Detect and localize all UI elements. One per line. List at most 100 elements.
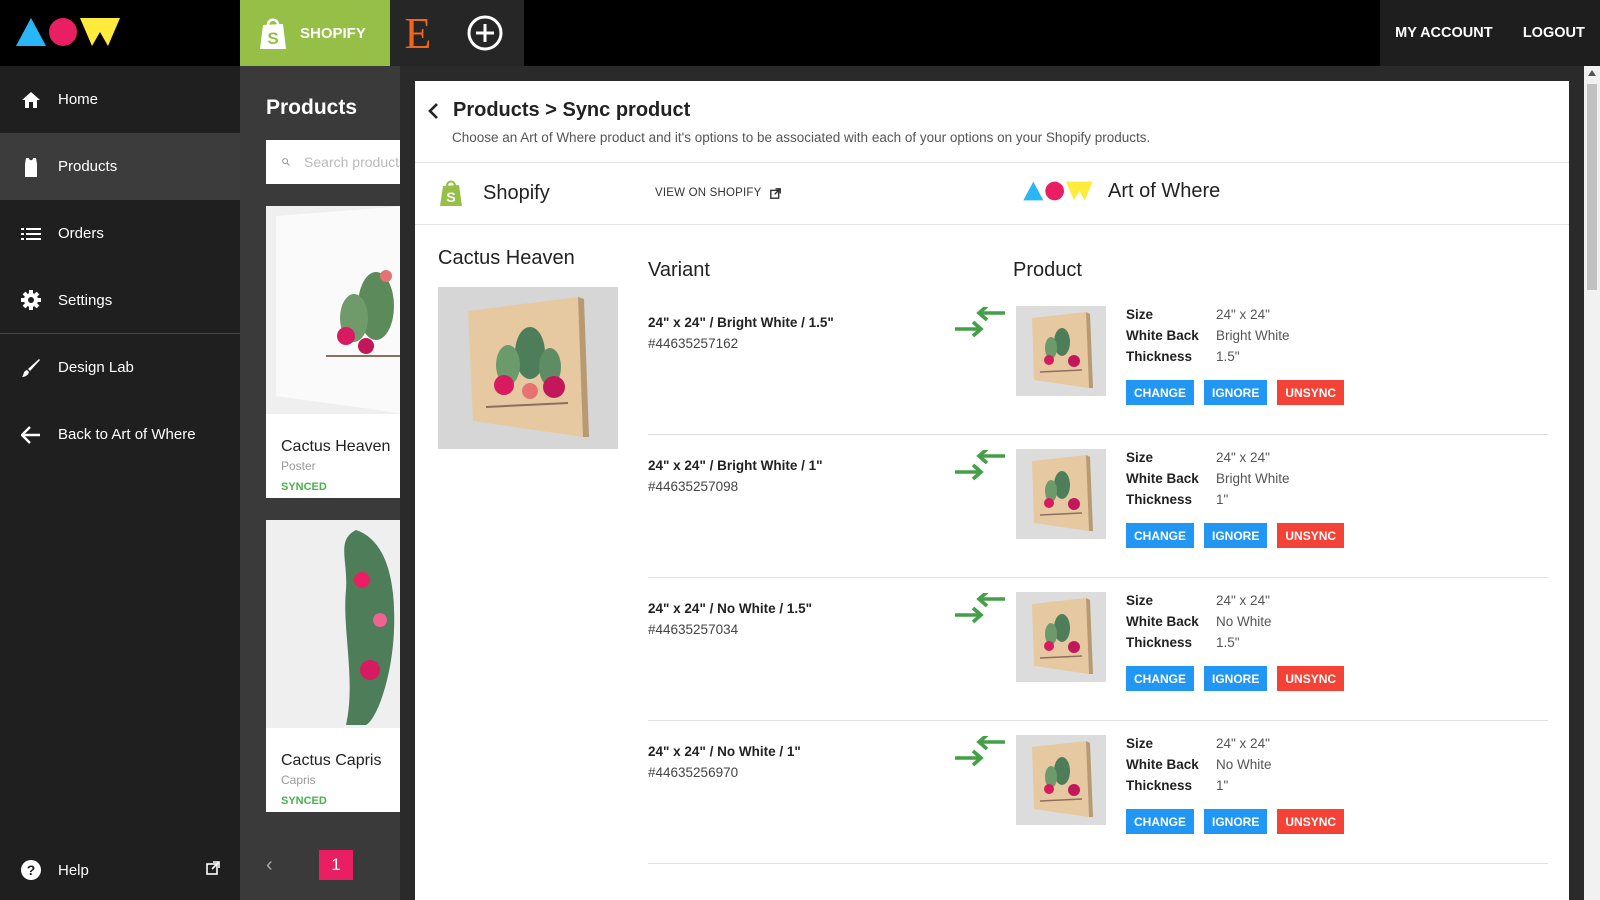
variant-id: #44635257034	[648, 622, 739, 637]
prev-page-icon[interactable]: ‹	[266, 854, 273, 877]
ignore-button[interactable]: IGNORE	[1204, 809, 1268, 834]
change-button[interactable]: CHANGE	[1126, 809, 1195, 834]
unsync-button[interactable]: UNSYNC	[1277, 380, 1345, 405]
scrollbar[interactable]	[1584, 66, 1600, 900]
variant-label: 24" x 24" / Bright White / 1.5"	[648, 315, 834, 330]
thickness-label: Thickness	[1126, 492, 1193, 507]
scroll-up-icon[interactable]	[1588, 70, 1596, 76]
product-options: Size 24" x 24" White Back Bright White Thi…	[1126, 450, 1290, 513]
add-store-button[interactable]	[446, 0, 524, 66]
top-bar: S SHOPIFY E MY ACCOUNT LOGOUT	[0, 0, 1600, 66]
product-options: Size 24" x 24" White Back No White Thickne…	[1126, 736, 1272, 799]
variant-id: #44635256970	[648, 765, 739, 780]
thickness-label: Thickness	[1126, 635, 1193, 650]
size-value: 24" x 24"	[1216, 307, 1270, 322]
aow-product-thumbnail	[1016, 306, 1106, 396]
variant-column-header: Variant	[648, 259, 710, 281]
modal-subtitle: Choose an Art of Where product and it's …	[452, 130, 1151, 145]
thickness-value: 1"	[1216, 778, 1229, 793]
back-chevron-icon[interactable]	[427, 102, 439, 120]
change-button[interactable]: CHANGE	[1126, 380, 1195, 405]
sidebar-item-help[interactable]: ? Help	[0, 840, 240, 900]
sync-product-modal: Products > Sync product Choose an Art of…	[415, 81, 1569, 900]
sidebar-item-back-to-aow[interactable]: Back to Art of Where	[0, 401, 240, 468]
product-card-status: SYNCED	[281, 795, 327, 807]
product-card-type: Poster	[281, 459, 316, 473]
product-card-type: Capris	[281, 773, 316, 787]
view-on-shopify-label: VIEW ON SHOPIFY	[655, 187, 762, 199]
sync-arrows-icon	[955, 307, 1005, 338]
variant-row: 24" x 24" / No White / 1" #44635256970 S…	[648, 718, 1548, 864]
products-heading: Products	[266, 96, 358, 119]
aow-brand-name: Art of Where	[1108, 179, 1221, 202]
size-label: Size	[1126, 593, 1154, 608]
white-back-label: White Back	[1126, 614, 1199, 629]
home-icon	[20, 89, 42, 111]
white-back-value: Bright White	[1216, 328, 1290, 343]
size-value: 24" x 24"	[1216, 593, 1270, 608]
change-button[interactable]: CHANGE	[1126, 523, 1195, 548]
white-back-value: No White	[1216, 757, 1272, 772]
row-actions: CHANGE IGNORE UNSYNC	[1126, 809, 1345, 834]
shopify-bag-icon: S	[440, 180, 462, 206]
sidebar-item-settings[interactable]: Settings	[0, 267, 240, 334]
ignore-button[interactable]: IGNORE	[1204, 380, 1268, 405]
variant-label: 24" x 24" / Bright White / 1"	[648, 458, 823, 473]
sidebar-item-home[interactable]: Home	[0, 66, 240, 133]
products-list-panel: Products Search products Cactus Heaven P…	[240, 66, 406, 900]
sync-arrows-icon	[955, 593, 1005, 624]
svg-text:S: S	[267, 29, 278, 48]
scrollbar-thumb[interactable]	[1587, 84, 1597, 290]
product-options: Size 24" x 24" White Back No White Thickne…	[1126, 593, 1272, 656]
tab-shopify[interactable]: S SHOPIFY	[240, 0, 390, 66]
sidebar-item-orders[interactable]: Orders	[0, 200, 240, 267]
size-label: Size	[1126, 307, 1154, 322]
search-input[interactable]: Search products	[266, 140, 406, 184]
list-icon	[20, 223, 42, 245]
size-value: 24" x 24"	[1216, 736, 1270, 751]
tshirt-icon	[20, 156, 42, 178]
size-label: Size	[1126, 450, 1154, 465]
thickness-value: 1.5"	[1216, 635, 1240, 650]
shopify-brand: S Shopify	[439, 179, 550, 207]
etsy-logo-icon: E	[404, 8, 432, 58]
change-button[interactable]: CHANGE	[1126, 666, 1195, 691]
thickness-value: 1"	[1216, 492, 1229, 507]
product-card-name: Cactus Capris	[281, 752, 382, 769]
product-card[interactable]: Cactus Capris Capris SYNCED	[266, 520, 406, 812]
product-card-image	[266, 520, 406, 728]
help-label: Help	[58, 861, 89, 879]
search-placeholder: Search products	[304, 154, 406, 170]
variant-id: #44635257162	[648, 336, 739, 351]
sidebar-item-label: Home	[58, 91, 99, 108]
my-account-link[interactable]: MY ACCOUNT	[1395, 25, 1492, 41]
view-on-shopify-link[interactable]: VIEW ON SHOPIFY	[655, 187, 781, 199]
aow-product-thumbnail	[1016, 735, 1106, 825]
sidebar-item-label: Back to Art of Where	[58, 426, 196, 443]
product-card[interactable]: Cactus Heaven Poster SYNCED	[266, 206, 406, 498]
art-of-where-logo[interactable]	[14, 14, 122, 50]
unsync-button[interactable]: UNSYNC	[1277, 666, 1345, 691]
white-back-label: White Back	[1126, 471, 1199, 486]
svg-text:?: ?	[27, 862, 36, 878]
account-area: MY ACCOUNT LOGOUT	[1380, 0, 1600, 66]
variant-row: 24" x 24" / Bright White / 1" #446352570…	[648, 432, 1548, 578]
shopify-bag-icon: S	[260, 18, 286, 49]
white-back-value: No White	[1216, 614, 1272, 629]
ignore-button[interactable]: IGNORE	[1204, 523, 1268, 548]
unsync-button[interactable]: UNSYNC	[1277, 523, 1345, 548]
logout-link[interactable]: LOGOUT	[1523, 25, 1585, 41]
unsync-button[interactable]: UNSYNC	[1277, 809, 1345, 834]
page-number-button[interactable]: 1	[319, 850, 353, 880]
ignore-button[interactable]: IGNORE	[1204, 666, 1268, 691]
tab-etsy[interactable]: E	[390, 0, 446, 66]
sidebar-item-design-lab[interactable]: Design Lab	[0, 334, 240, 401]
art-of-where-brand: Art of Where	[1022, 179, 1220, 203]
size-label: Size	[1126, 736, 1154, 751]
thickness-label: Thickness	[1126, 778, 1193, 793]
product-options: Size 24" x 24" White Back Bright White Thi…	[1126, 307, 1290, 370]
sidebar-item-products[interactable]: Products	[0, 133, 240, 200]
product-card-image	[266, 206, 406, 414]
platform-header: S Shopify VIEW ON SHOPIFY Art of Where	[415, 163, 1569, 225]
variant-label: 24" x 24" / No White / 1"	[648, 744, 801, 759]
